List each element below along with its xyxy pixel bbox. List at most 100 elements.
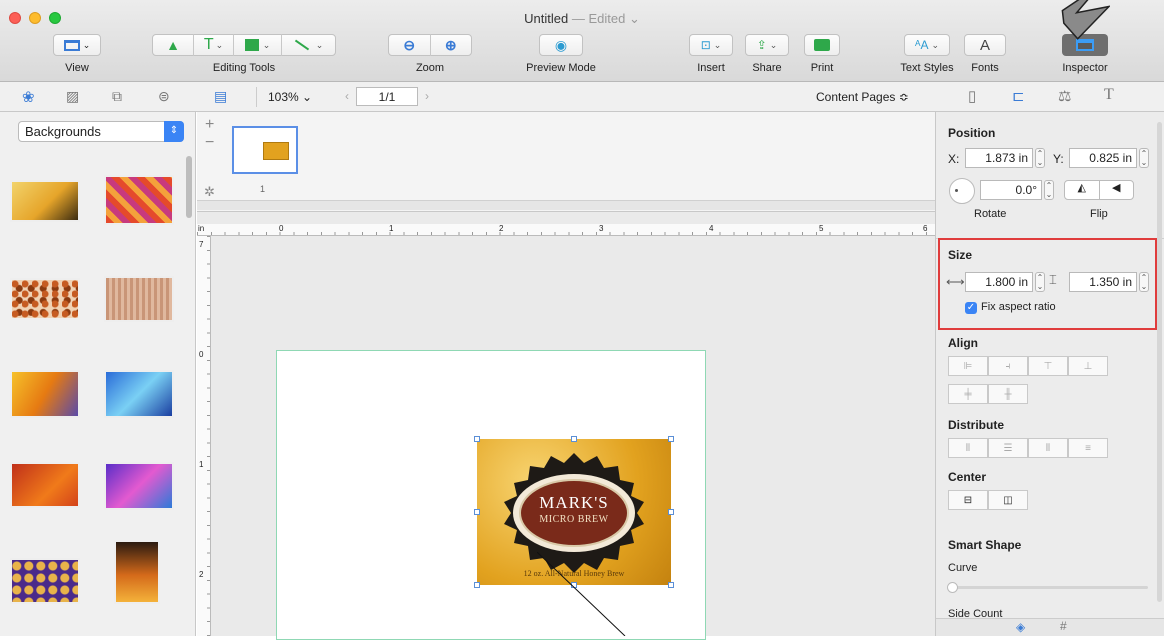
center-vertical-icon[interactable]: ◫ (988, 490, 1028, 510)
shape-tool-button[interactable]: ⌄ (233, 34, 281, 56)
fonts-button[interactable]: A (964, 34, 1006, 56)
align-center-buttons: ╪ ╫ (948, 384, 1028, 404)
secondary-toolbar: ❀ ▨ ⧉ ⊜ ▤ 103% ⌄ ‹ 1/1 › Content Pages ≎… (0, 82, 1164, 112)
distribute-horizontal-icon[interactable]: ⦀ (948, 438, 988, 458)
layers-icon[interactable]: ◈ (1016, 620, 1025, 634)
background-thumbnail[interactable] (10, 278, 80, 320)
background-thumbnail[interactable] (10, 180, 80, 222)
page-thumbnail[interactable] (232, 126, 298, 174)
fix-aspect-checkbox[interactable]: ✓ (965, 302, 977, 314)
ruler-unit-label: in (198, 224, 205, 233)
flip-vertical-icon[interactable]: ◀ (1098, 181, 1134, 199)
background-thumbnail[interactable] (104, 276, 174, 322)
background-thumbnail[interactable] (114, 540, 160, 604)
style-inspector-icon[interactable]: ⚖ (1058, 87, 1071, 105)
resize-handle[interactable] (668, 509, 674, 515)
page-thumbnail-number: 1 (260, 184, 266, 194)
width-field[interactable]: 1.800 in (965, 272, 1033, 292)
width-stepper[interactable]: ⌃ ⌄ (1035, 272, 1045, 292)
library-category-select[interactable]: Backgrounds ⇕ (18, 121, 184, 142)
fix-aspect-label: Fix aspect ratio (981, 301, 1056, 313)
image-library-icon[interactable]: ▨ (66, 88, 79, 105)
y-position-field[interactable]: 0.825 in (1069, 148, 1137, 168)
text-styles-label: Text Styles (900, 62, 954, 74)
align-center-horizontal-icon[interactable]: ╪ (948, 384, 988, 404)
center-section-title: Center (948, 470, 987, 484)
text-styles-button[interactable]: ᴬA ⌄ (904, 34, 950, 56)
height-field[interactable]: 1.350 in (1069, 272, 1137, 292)
thumbnail-scrollbar[interactable] (197, 200, 935, 210)
x-position-field[interactable]: 1.873 in (965, 148, 1033, 168)
background-thumbnail[interactable] (104, 462, 174, 510)
curve-slider-knob[interactable] (947, 582, 958, 593)
distribute-vertical-icon[interactable]: ☰ (988, 438, 1028, 458)
align-bottom-icon[interactable]: ⊥ (1068, 356, 1108, 376)
x-stepper[interactable]: ⌃ ⌄ (1035, 148, 1045, 168)
rotate-label: Rotate (974, 208, 1007, 220)
align-left-icon[interactable]: ⊫ (948, 356, 988, 376)
arrange-inspector-icon[interactable]: ⊏ (1012, 87, 1025, 105)
add-page-icon[interactable]: + (205, 116, 214, 134)
line-tool-button[interactable]: ⌄ (281, 34, 335, 56)
stamp-library-icon[interactable]: ⊜ (158, 88, 170, 105)
pages-library-icon[interactable]: ⧉ (112, 88, 122, 105)
distribute-spacing-vertical-icon[interactable]: ≡ (1068, 438, 1108, 458)
background-thumbnail[interactable] (104, 175, 174, 225)
background-thumbnail[interactable] (10, 462, 80, 508)
rotate-field[interactable]: 0.0° (980, 180, 1042, 200)
zoom-percent-select[interactable]: 103% ⌄ (268, 90, 312, 104)
height-stepper[interactable]: ⌃ ⌄ (1139, 272, 1149, 292)
page-number-field[interactable]: 1/1 (356, 87, 418, 106)
page-thumbnails-icon[interactable]: ▤ (214, 88, 227, 105)
remove-page-icon[interactable]: − (205, 134, 214, 152)
align-center-vertical-icon[interactable]: ╫ (988, 384, 1028, 404)
y-stepper[interactable]: ⌃ ⌄ (1139, 148, 1149, 168)
curve-label: Curve (948, 562, 978, 574)
flip-horizontal-icon[interactable]: ◭ (1065, 181, 1099, 199)
rotate-stepper[interactable]: ⌃ ⌄ (1044, 180, 1054, 200)
background-thumbnail[interactable] (104, 370, 174, 418)
window-toolbar: Untitled — Edited ⌄ ⌄ View ▲ T ⌄ ⌄ ⌄ Edit… (0, 0, 1164, 82)
center-horizontal-icon[interactable]: ⊟ (948, 490, 988, 510)
resize-handle[interactable] (571, 436, 577, 442)
share-button[interactable]: ⇪ ⌄ (745, 34, 789, 56)
resize-handle[interactable] (474, 436, 480, 442)
width-icon: ⟷ (946, 274, 965, 289)
distribute-spacing-icon[interactable]: ⫴ (1028, 438, 1068, 458)
content-pages-select[interactable]: Content Pages ≎ (816, 90, 909, 104)
preview-mode-button[interactable]: ◉ (539, 34, 583, 56)
insert-button[interactable]: ⊡ ⌄ (689, 34, 733, 56)
next-page-icon[interactable]: › (425, 89, 429, 103)
ruler-tick: 0 (279, 224, 284, 233)
rectangle-icon (244, 39, 259, 51)
inspector-scrollbar[interactable] (1157, 122, 1162, 602)
zoom-out-icon[interactable]: ⊖ (389, 37, 430, 54)
document-inspector-icon[interactable]: ▯ (968, 87, 976, 105)
gear-icon[interactable]: ✲ (204, 184, 215, 200)
text-inspector-icon[interactable]: T (1104, 86, 1114, 104)
print-button[interactable] (804, 34, 840, 56)
rotate-knob[interactable] (949, 178, 975, 204)
resize-handle[interactable] (474, 509, 480, 515)
select-arrow-icon[interactable]: ▲ (153, 35, 193, 55)
align-top-icon[interactable]: ⊤ (1028, 356, 1068, 376)
shape-library-icon[interactable]: ❀ (22, 88, 35, 106)
zoom-group: ⊖ ⊕ (388, 34, 472, 56)
background-thumbnail[interactable] (10, 370, 80, 418)
resize-handle[interactable] (668, 436, 674, 442)
resize-handle[interactable] (668, 582, 674, 588)
line-icon (294, 39, 309, 51)
document-page[interactable]: MARK'S MICRO BREW 12 oz. All-Natural Hon… (276, 350, 706, 640)
text-tool-button[interactable]: T ⌄ (193, 34, 233, 56)
previous-page-icon[interactable]: ‹ (345, 89, 349, 103)
curve-slider[interactable] (947, 582, 1148, 593)
zoom-in-icon[interactable]: ⊕ (429, 34, 472, 56)
resize-handle[interactable] (474, 582, 480, 588)
view-button[interactable]: ⌄ (53, 34, 101, 56)
align-right-icon[interactable]: ⫞ (988, 356, 1028, 376)
grid-icon[interactable]: # (1060, 619, 1067, 633)
flip-control: ◭ ◀ (1064, 180, 1134, 200)
library-scrollbar[interactable] (186, 156, 192, 218)
background-thumbnail[interactable] (10, 558, 80, 604)
share-label: Share (752, 62, 782, 74)
